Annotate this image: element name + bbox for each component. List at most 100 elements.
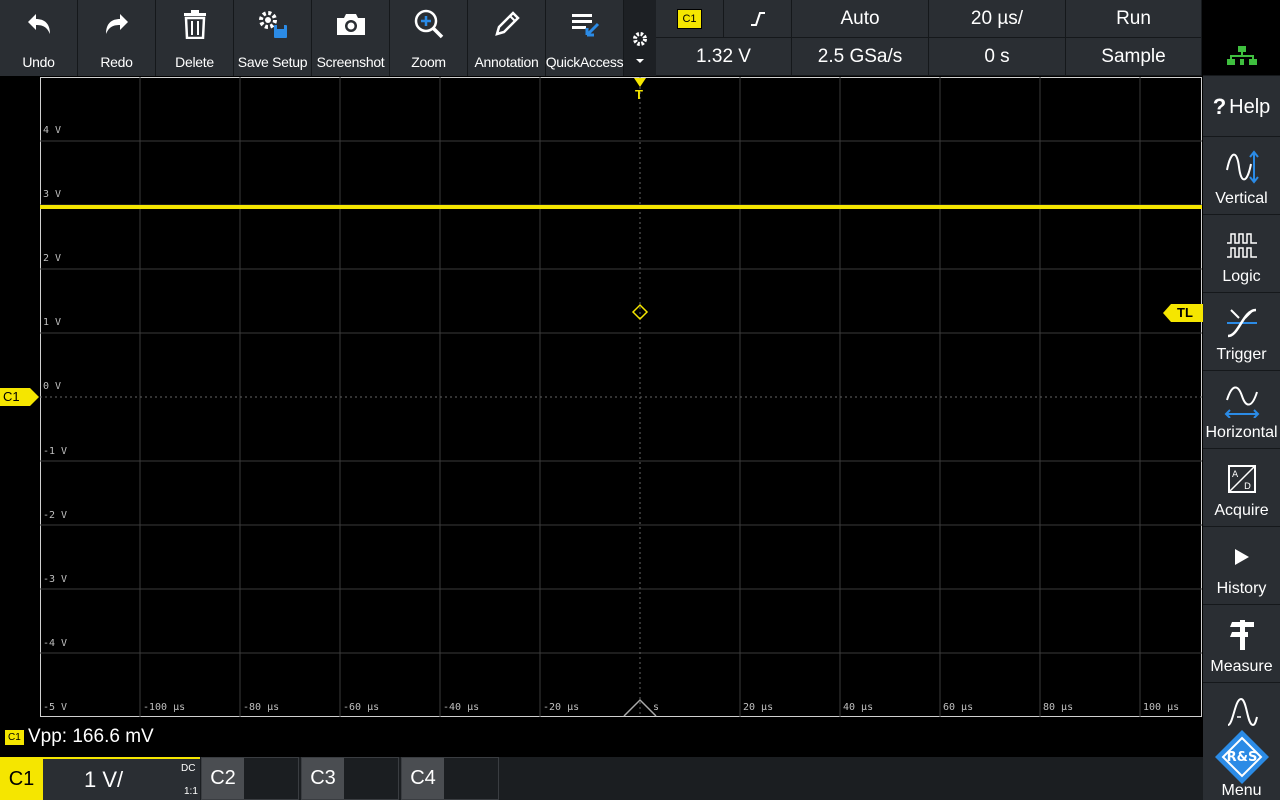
vertical-label: Vertical (1215, 190, 1268, 207)
quickaccess-label: QuickAccess (545, 54, 624, 70)
trigger-position-marker[interactable]: T (633, 78, 647, 106)
y-label-2v: 2 V (43, 253, 62, 264)
x-label-minus80us: -80 µs (243, 702, 280, 713)
delete-label: Delete (175, 54, 214, 70)
waveform-display[interactable]: 4 V 3 V 2 V 1 V 0 V -1 V -2 V -3 V -4 V … (40, 77, 1202, 717)
undo-button[interactable]: Undo (0, 0, 78, 76)
undo-icon (27, 14, 50, 34)
x-label-20us: 20 µs (743, 702, 774, 713)
acquire-mode: Sample (1101, 45, 1166, 67)
save-setup-button[interactable]: Save Setup (234, 0, 312, 76)
trigger-level-marker[interactable]: TL (1163, 304, 1203, 322)
channel-c2-tab[interactable]: C2 (201, 757, 299, 800)
channel-c4-tab[interactable]: C4 (401, 757, 499, 800)
horizontal-label: Horizontal (1205, 424, 1278, 441)
caliper-icon (1229, 620, 1254, 650)
chevron-down-icon (636, 59, 644, 63)
camera-icon (336, 14, 365, 35)
run-stop-cell[interactable]: Run (1066, 0, 1202, 38)
trigger-marker-label: T (635, 87, 643, 102)
settings-button[interactable] (624, 0, 656, 76)
menu-button[interactable]: R&S Menu (1203, 722, 1280, 800)
help-button[interactable]: ? Help (1203, 78, 1280, 137)
menu-label: Menu (1221, 782, 1262, 799)
c3-tab-label: C3 (302, 758, 344, 799)
redo-button[interactable]: Redo (78, 0, 156, 76)
x-label-60us: 60 µs (943, 702, 974, 713)
toolbar: Undo Redo Delete Save Setup Screenshot Z… (0, 0, 656, 76)
vertical-icon (1225, 150, 1259, 184)
time-scale-cell[interactable]: 20 µs/ (929, 0, 1066, 38)
logic-label: Logic (1222, 268, 1261, 285)
run-state: Run (1116, 7, 1151, 29)
x-label-minus20us: -20 µs (543, 702, 580, 713)
graticule (40, 77, 1202, 717)
status-panel: C1 Auto 20 µs/ Run 1.32 V 2.5 GSa/s 0 s … (656, 0, 1202, 76)
x-label-100us: 100 µs (1143, 702, 1180, 713)
zoom-label: Zoom (411, 54, 446, 70)
pencil-icon (494, 11, 520, 36)
horizontal-position-cell[interactable]: 0 s (929, 38, 1066, 76)
acquire-mode-cell[interactable]: Sample (1066, 38, 1202, 76)
trigger-level-cell[interactable]: 1.32 V (656, 38, 792, 76)
measurement-vpp[interactable]: Vpp: 166.6 mV (28, 726, 154, 748)
measurement-channel-badge: C1 (4, 729, 25, 746)
sidebar: ? Help Vertical Logic Trigger Horizontal… (1203, 0, 1280, 800)
x-label-minus100us: -100 µs (143, 702, 186, 713)
acquire-icon: AD (1227, 465, 1256, 493)
rs-logo-text: R&S (1227, 750, 1258, 765)
horizontal-icon (1224, 386, 1259, 418)
trigger-mode: Auto (840, 7, 880, 29)
screenshot-label: Screenshot (316, 54, 385, 70)
trigger-source-cell[interactable]: C1 (656, 0, 724, 38)
help-label: Help (1229, 95, 1271, 118)
redo-icon (105, 14, 128, 34)
horizontal-button[interactable]: Horizontal (1203, 372, 1280, 449)
logic-icon (1226, 233, 1257, 258)
trigger-icon (1226, 308, 1257, 338)
quickaccess-icon (571, 14, 599, 37)
logic-button[interactable]: Logic (1203, 216, 1280, 293)
sample-rate-cell[interactable]: 2.5 GSa/s (792, 38, 929, 76)
x-label-zero: s (653, 702, 660, 713)
channel-bar: C1 1 V/ DC 1:1 C2 C3 C4 (0, 757, 1203, 800)
annotation-button[interactable]: Annotation (468, 0, 546, 76)
trigger-slope-cell[interactable] (724, 0, 792, 38)
channel-c3-tab[interactable]: C3 (301, 757, 399, 800)
measure-button[interactable]: Measure (1203, 606, 1280, 683)
trigger-source-badge: C1 (677, 8, 702, 29)
history-button[interactable]: History (1203, 528, 1280, 605)
network-status (1203, 0, 1280, 76)
y-label-3v: 3 V (43, 189, 62, 200)
trigger-label: Trigger (1216, 346, 1267, 363)
redo-label: Redo (100, 54, 133, 70)
y-label-minus3v: -3 V (43, 574, 68, 585)
rs-logo: R&S (1215, 730, 1269, 784)
horizontal-position: 0 s (984, 45, 1010, 67)
trigger-mode-cell[interactable]: Auto (792, 0, 929, 38)
channel-c1-tab[interactable]: C1 1 V/ DC 1:1 (0, 757, 200, 800)
measurement-bar: C1 Vpp: 166.6 mV (0, 720, 1203, 756)
svg-text:D: D (1244, 482, 1251, 492)
acquire-button[interactable]: AD Acquire (1203, 450, 1280, 527)
zoom-button[interactable]: Zoom (390, 0, 468, 76)
x-label-80us: 80 µs (1043, 702, 1074, 713)
ch1-offset-marker[interactable]: C1 (0, 388, 40, 406)
c2-tab-label: C2 (202, 758, 244, 799)
c1-coupling: DC (181, 763, 196, 774)
x-label-minus60us: -60 µs (343, 702, 380, 713)
c1-marker-label: C1 (3, 389, 20, 404)
gear-icon (633, 32, 647, 46)
measure-label: Measure (1210, 658, 1273, 675)
screenshot-button[interactable]: Screenshot (312, 0, 390, 76)
y-label-minus1v: -1 V (43, 446, 68, 457)
trash-icon (183, 10, 206, 39)
trigger-button[interactable]: Trigger (1203, 294, 1280, 371)
undo-label: Undo (22, 54, 55, 70)
help-icon: ? (1212, 94, 1227, 119)
quickaccess-button[interactable]: QuickAccess (546, 0, 624, 76)
c1-scale: 1 V/ (84, 767, 124, 792)
delete-button[interactable]: Delete (156, 0, 234, 76)
trigger-level: 1.32 V (696, 45, 751, 67)
vertical-button[interactable]: Vertical (1203, 138, 1280, 215)
